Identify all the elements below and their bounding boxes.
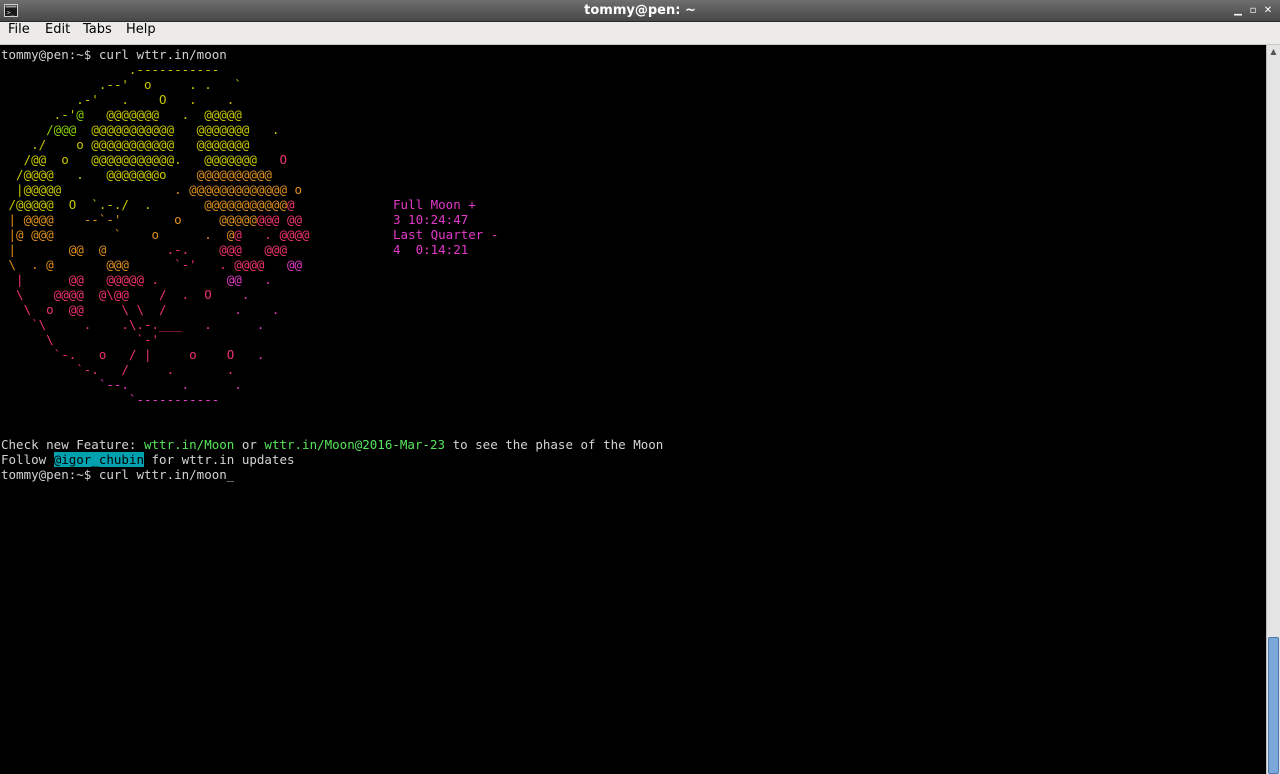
- moon-art-line: \ `-': [1, 332, 160, 347]
- moon-art-line: |@ @@@ ` o . @@ . @@@@: [1, 227, 310, 242]
- moon-art-line: `-. / . .: [1, 362, 235, 377]
- moon-art-line: | @@@@ --`-' o @@@@@@@@ @@: [1, 212, 303, 227]
- follow-notice: Follow @igor_chubin for wttr.in updates: [1, 452, 295, 467]
- moon-art-line: \ @@@@ @\@@ / . O .: [1, 287, 250, 302]
- moon-art-line: /@@@ @@@@@@@@@@@ @@@@@@@ .: [46, 122, 280, 137]
- moon-art-line: /@@ o @@@@@@@@@@@. @@@@@@@ O: [1, 152, 287, 167]
- menu-tabs[interactable]: Tabs: [82, 22, 113, 45]
- cursor: _: [226, 467, 235, 482]
- moon-phase-line-3: Last Quarter -: [393, 227, 499, 242]
- feature-notice: Check new Feature: wttr.in/Moon or wttr.…: [1, 437, 664, 452]
- twitter-handle[interactable]: @igor_chubin: [53, 452, 144, 467]
- moon-art-line: .--' o . . `: [1, 77, 242, 92]
- moon-art-line: `-. o / | o O .: [1, 347, 265, 362]
- moon-art-line: `--. . .: [1, 377, 242, 392]
- moon-art-line: \ . @ @@@ `-' . @@@@ @@: [1, 257, 303, 272]
- terminal-scrollbar[interactable]: ▲: [1266, 45, 1280, 774]
- prompt: tommy@pen:~$: [1, 47, 99, 62]
- moon-phase-line-1: Full Moon +: [393, 197, 476, 212]
- moon-link[interactable]: wttr.in/Moon: [144, 437, 234, 452]
- moon-art-line: | @@ @ .-. @@@ @@@: [1, 242, 287, 257]
- command-line: tommy@pen:~$ curl wttr.in/moon: [1, 47, 227, 62]
- moon-art-line: /@@@@@ O `.-./ . @@@@@@@@@@@@: [1, 197, 295, 212]
- window-titlebar: >_ tommy@pen: ~ ▁ ▫ ✕: [0, 0, 1280, 22]
- command: curl wttr.in/moon: [98, 47, 227, 62]
- maximize-icon[interactable]: ▫: [1246, 3, 1260, 18]
- moon-art-line: |@@@@@ . @@@@@@@@@@@@@ o: [1, 182, 303, 197]
- menu-bar: File Edit Tabs Help: [0, 22, 1280, 45]
- current-command-line[interactable]: tommy@pen:~$ curl wttr.in/moon_: [1, 467, 234, 482]
- moon-phase-line-4: 4 0:14:21: [393, 242, 469, 257]
- menu-edit[interactable]: Edit: [44, 22, 71, 45]
- close-icon[interactable]: ✕: [1261, 3, 1275, 18]
- menu-file[interactable]: File: [7, 22, 31, 45]
- moon-art-line: \ o @@ \ \ / . .: [1, 302, 280, 317]
- terminal-output[interactable]: tommy@pen:~$ curl wttr.in/moon .--------…: [0, 45, 1266, 774]
- moon-art-line: `-----------: [1, 392, 220, 407]
- moon-art-line: `\ . .\.-.___ . .: [1, 317, 265, 332]
- prompt: tommy@pen:~$: [1, 467, 99, 482]
- moon-art-line: ./ o @@@@@@@@@@@ @@@@@@@: [1, 137, 250, 152]
- scroll-up-icon[interactable]: ▲: [1267, 45, 1280, 59]
- moon-art-line: .-----------: [1, 62, 220, 77]
- moon-phase-line-2: 3 10:24:47: [393, 212, 469, 227]
- moon-art-line: .-'@ @@@@@@@ . @@@@@: [1, 107, 242, 122]
- minimize-icon[interactable]: ▁: [1231, 3, 1245, 18]
- moon-art-line: | @@ @@@@@ . @@ .: [1, 272, 272, 287]
- scrollbar-thumb[interactable]: [1268, 637, 1279, 774]
- menu-help[interactable]: Help: [125, 22, 157, 45]
- window-title: tommy@pen: ~: [584, 3, 696, 18]
- moon-art-line: /@@@@ . @@@@@@@o @@@@@@@@@@: [1, 167, 272, 182]
- command-input[interactable]: curl wttr.in/moon: [99, 467, 227, 482]
- moon-art-line: .-' . O . .: [1, 92, 235, 107]
- moon-date-link[interactable]: wttr.in/Moon@2016-Mar-23: [264, 437, 445, 452]
